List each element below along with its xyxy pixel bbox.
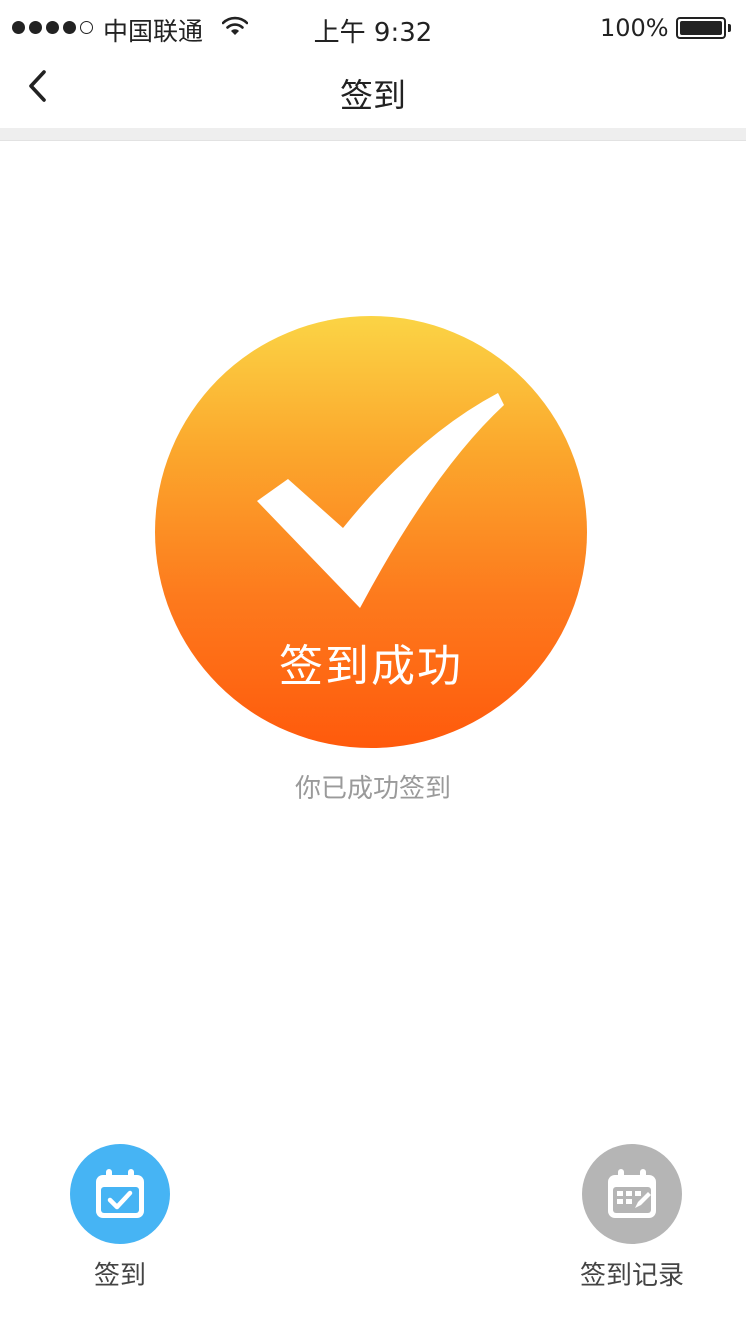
checkin-screen: 中国联通 上午 9:32 100% 签到 签到成功 你已成功签到 签到 签到记录 <box>0 0 746 1330</box>
checkin-label[interactable]: 签到 <box>70 1255 170 1292</box>
success-title: 签到成功 <box>279 641 463 692</box>
calendar-check-icon <box>96 1169 144 1218</box>
status-bar: 中国联通 上午 9:32 100% <box>0 0 746 56</box>
checkin-button[interactable] <box>70 1144 170 1244</box>
battery-icon <box>676 17 726 39</box>
nav-bar: 签到 <box>0 56 746 128</box>
page-title: 签到 <box>340 76 406 115</box>
calendar-grid-edit-icon <box>608 1169 656 1218</box>
checkin-records-label[interactable]: 签到记录 <box>562 1255 702 1292</box>
battery-percent: 100% <box>600 14 669 42</box>
nav-divider <box>0 128 746 141</box>
success-subtitle: 你已成功签到 <box>294 774 451 804</box>
battery-cap <box>728 24 731 32</box>
success-badge: 签到成功 <box>155 316 587 748</box>
checkin-records-button[interactable] <box>582 1144 682 1244</box>
